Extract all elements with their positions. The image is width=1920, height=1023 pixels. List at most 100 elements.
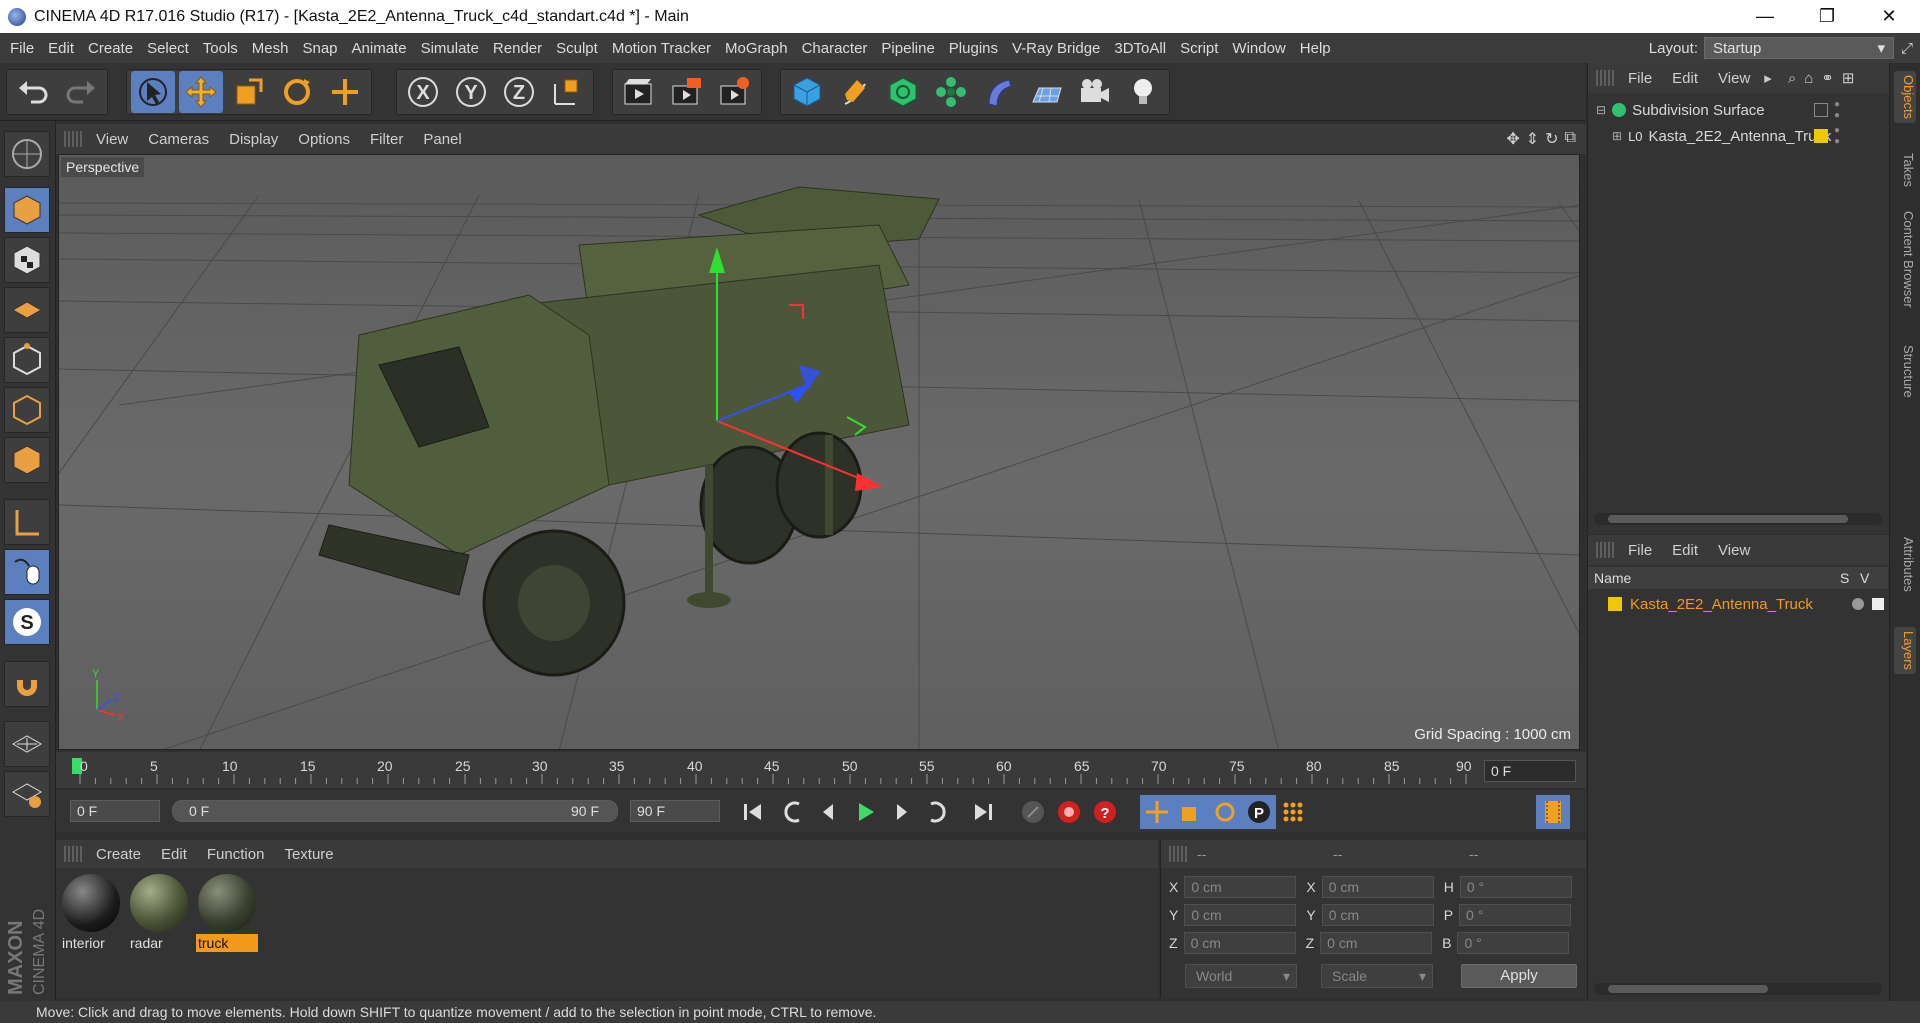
- layer-menu-file[interactable]: File: [1618, 542, 1662, 559]
- viewport-menu-view[interactable]: View: [86, 131, 138, 148]
- array-icon[interactable]: [929, 71, 973, 113]
- solo-mode-icon[interactable]: S: [4, 599, 50, 645]
- record-keys-icon[interactable]: [1016, 795, 1050, 829]
- size-y-field[interactable]: 0 cm: [1321, 904, 1434, 926]
- floor-icon[interactable]: [1025, 71, 1069, 113]
- menu-animate[interactable]: Animate: [345, 40, 414, 57]
- new-panel-icon[interactable]: ⊞: [1842, 69, 1855, 87]
- layer-row[interactable]: Kasta_2E2_Antenna_Truck: [1588, 591, 1888, 617]
- undo-icon[interactable]: [11, 71, 55, 113]
- link-icon[interactable]: ⚭: [1821, 69, 1834, 87]
- key-rotation-icon[interactable]: [1208, 795, 1242, 829]
- visibility-dots-icon[interactable]: ● ●: [1834, 125, 1840, 147]
- menu-mesh[interactable]: Mesh: [245, 40, 296, 57]
- minimize-button[interactable]: —: [1734, 0, 1796, 33]
- position-z-field[interactable]: 0 cm: [1183, 932, 1296, 954]
- rotation-p-field[interactable]: 0 °: [1459, 904, 1572, 926]
- home-icon[interactable]: ⌂: [1804, 70, 1813, 87]
- timeline-window-icon[interactable]: [1536, 795, 1570, 829]
- menu-pipeline[interactable]: Pipeline: [874, 40, 941, 57]
- menu-snap[interactable]: Snap: [295, 40, 344, 57]
- rotation-h-field[interactable]: 0 °: [1459, 876, 1572, 898]
- tab-objects[interactable]: Objects: [1894, 71, 1916, 124]
- layer-color-swatch[interactable]: [1608, 597, 1622, 611]
- polygons-mode-icon[interactable]: [4, 437, 50, 483]
- end-frame-field[interactable]: 90 F: [630, 800, 720, 822]
- key-parameter-icon[interactable]: P: [1242, 795, 1276, 829]
- truck-model[interactable]: [318, 186, 940, 677]
- render-view-icon[interactable]: [617, 71, 661, 113]
- scale-tool-icon[interactable]: [227, 71, 271, 113]
- recent-tool-icon[interactable]: [323, 71, 367, 113]
- material-swatch-selected[interactable]: truck: [196, 872, 258, 954]
- layer-column-name[interactable]: Name: [1594, 570, 1840, 586]
- layer-column-solo[interactable]: S: [1840, 570, 1860, 586]
- rotation-b-field[interactable]: 0 °: [1457, 932, 1570, 954]
- move-tool-icon[interactable]: [179, 71, 223, 113]
- generator-toggle-icon[interactable]: [1814, 103, 1828, 117]
- live-selection-icon[interactable]: [131, 71, 175, 113]
- menu-tools[interactable]: Tools: [196, 40, 245, 57]
- scrollbar-thumb[interactable]: [1608, 985, 1768, 993]
- key-pla-icon[interactable]: [1276, 795, 1310, 829]
- previous-key-icon[interactable]: [776, 795, 810, 829]
- subdivision-surface-icon[interactable]: [881, 71, 925, 113]
- layer-solo-toggle[interactable]: [1852, 598, 1864, 610]
- model-mode-icon[interactable]: [4, 187, 50, 233]
- material-menu-function[interactable]: Function: [197, 846, 275, 863]
- collapse-icon[interactable]: ⊟: [1596, 103, 1606, 117]
- timeline[interactable]: 0 5 10 15 20 25 30 35 40 45 50 55 60 65 …: [56, 752, 1586, 788]
- menu-select[interactable]: Select: [140, 40, 196, 57]
- object-row[interactable]: ⊟ Subdivision Surface ● ●: [1588, 97, 1888, 123]
- menu-mograph[interactable]: MoGraph: [718, 40, 795, 57]
- layer-menu-view[interactable]: View: [1708, 542, 1760, 559]
- menu-file[interactable]: File: [3, 40, 41, 57]
- apply-button[interactable]: Apply: [1461, 964, 1577, 988]
- next-key-icon[interactable]: [920, 795, 954, 829]
- position-x-field[interactable]: 0 cm: [1184, 876, 1297, 898]
- tab-structure[interactable]: Structure: [1894, 341, 1916, 402]
- viewport-menu-display[interactable]: Display: [219, 131, 288, 148]
- menu-character[interactable]: Character: [795, 40, 875, 57]
- workplane-mode-icon[interactable]: [4, 287, 50, 333]
- menu-vray-bridge[interactable]: V-Ray Bridge: [1005, 40, 1107, 57]
- workplane-lock-icon[interactable]: [4, 721, 50, 767]
- rotate-view-icon[interactable]: ↻: [1545, 129, 1558, 149]
- size-z-field[interactable]: 0 cm: [1320, 932, 1433, 954]
- maximize-button[interactable]: ❐: [1796, 0, 1858, 33]
- planar-workplane-icon[interactable]: [4, 771, 50, 817]
- material-menu-texture[interactable]: Texture: [274, 846, 343, 863]
- panel-grip-icon[interactable]: [1596, 70, 1614, 86]
- scrollbar-thumb[interactable]: [1608, 515, 1848, 523]
- search-icon[interactable]: ⌕: [1788, 70, 1796, 87]
- menu-edit[interactable]: Edit: [41, 40, 81, 57]
- menu-overflow-icon[interactable]: ▸: [1764, 69, 1772, 87]
- pen-spline-icon[interactable]: [833, 71, 877, 113]
- current-frame-field[interactable]: 0 F: [1484, 760, 1576, 782]
- menu-script[interactable]: Script: [1173, 40, 1225, 57]
- position-y-field[interactable]: 0 cm: [1184, 904, 1297, 926]
- frame-range-slider[interactable]: 0 F 90 F: [172, 800, 618, 822]
- render-picture-viewer-icon[interactable]: [665, 71, 709, 113]
- horizontal-scrollbar[interactable]: [1594, 983, 1882, 995]
- make-editable-icon[interactable]: [4, 131, 50, 177]
- viewport-camera-label[interactable]: Perspective: [61, 157, 145, 177]
- edges-mode-icon[interactable]: [4, 387, 50, 433]
- layout-dropdown[interactable]: Startup ▾: [1704, 37, 1894, 59]
- menu-motion-tracker[interactable]: Motion Tracker: [605, 40, 718, 57]
- expand-icon[interactable]: ⤢: [1894, 40, 1920, 57]
- material-swatch[interactable]: interior: [60, 872, 122, 954]
- tab-attributes[interactable]: Attributes: [1894, 533, 1916, 596]
- tab-layers[interactable]: Layers: [1894, 627, 1916, 675]
- y-axis-lock-button[interactable]: Y: [449, 71, 493, 113]
- tab-takes[interactable]: Takes: [1894, 149, 1916, 191]
- viewport-menu-options[interactable]: Options: [288, 131, 360, 148]
- rotate-tool-icon[interactable]: [275, 71, 319, 113]
- pan-view-icon[interactable]: ✥: [1506, 129, 1519, 149]
- start-frame-field[interactable]: 0 F: [70, 800, 160, 822]
- key-scale-icon[interactable]: [1174, 795, 1208, 829]
- points-mode-icon[interactable]: [4, 337, 50, 383]
- horizontal-scrollbar[interactable]: [1594, 513, 1882, 525]
- menu-sculpt[interactable]: Sculpt: [549, 40, 605, 57]
- viewport-menu-panel[interactable]: Panel: [413, 131, 471, 148]
